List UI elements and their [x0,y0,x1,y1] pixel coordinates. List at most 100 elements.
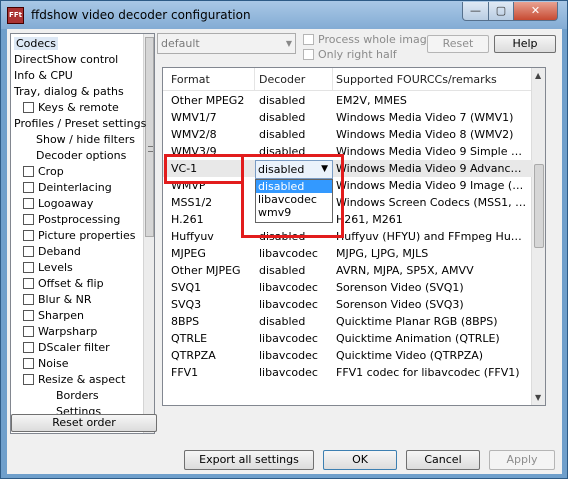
sidebar-item[interactable]: Offset & flip [23,276,104,292]
checkbox-icon[interactable] [23,246,34,257]
checkbox-icon[interactable] [23,374,34,385]
scroll-up-icon[interactable]: ▲ [535,71,541,80]
sidebar-item[interactable]: Warpsharp [23,324,97,340]
checkbox-icon[interactable] [23,214,34,225]
checkbox-icon[interactable] [23,342,34,353]
dropdown-option[interactable]: disabled [256,180,332,193]
format-cell: SVQ3 [171,298,202,311]
sidebar-item[interactable]: Decoder options [36,148,126,164]
checkbox-icon[interactable] [23,230,34,241]
sidebar-item[interactable]: Codecs [14,36,58,52]
checkbox-icon[interactable] [23,326,34,337]
sidebar-item[interactable]: Noise [23,356,69,372]
sidebar-item[interactable]: Levels [23,260,73,276]
sidebar-item[interactable]: Profiles / Preset settings [14,116,146,132]
sidebar-item[interactable]: Resize & aspect [23,372,125,388]
checkbox-icon[interactable] [23,166,34,177]
remarks-cell: Sorenson Video (SVQ1) [336,281,464,294]
process-whole-image-checkbox[interactable]: Process whole image [303,32,434,47]
close-button[interactable]: ✕ [513,2,558,21]
dropdown-option[interactable]: libavcodec [256,193,332,206]
sidebar-item[interactable]: Sharpen [23,308,84,324]
table-row[interactable]: Huffyuv disabled Huffyuv (HFYU) and FFmpeg… [163,228,533,245]
checkbox-icon[interactable] [23,262,34,273]
reset-button[interactable]: Reset [427,35,489,53]
sidebar-item[interactable]: Deinterlacing [23,180,112,196]
table-row[interactable]: WMV2/8 disabled Windows Media Video 8 (WMV… [163,126,533,143]
sidebar-item[interactable]: Postprocessing [23,212,120,228]
format-cell: WMV1/7 [171,111,217,124]
dropdown-option[interactable]: wmv9 [256,206,332,219]
title-bar[interactable]: FFt ffdshow video decoder configuration … [1,1,567,29]
chevron-down-icon: ▼ [285,39,292,48]
tree-scrollbar[interactable] [143,34,154,433]
checkbox-icon[interactable] [23,358,34,369]
format-cell: QTRLE [171,332,208,345]
preset-combo[interactable]: default ▼ [157,33,296,54]
format-cell: VC-1 [171,162,198,175]
scroll-down-icon[interactable]: ▼ [535,393,541,402]
sidebar-item[interactable]: Show / hide filters [36,132,135,148]
sidebar-item[interactable]: DScaler filter [23,340,110,356]
table-scrollbar-thumb[interactable] [534,164,544,248]
checkbox-icon[interactable] [23,294,34,305]
table-row[interactable]: QTRPZA libavcodec Quicktime Video (QTRPZA) [163,347,533,364]
checkbox-icon[interactable] [23,102,34,113]
decoder-cell: libavcodec [259,332,318,345]
cancel-button[interactable]: Cancel [406,450,480,470]
sidebar-item[interactable]: Picture properties [23,228,135,244]
table-header: Format Decoder Supported FOURCCs/remarks [163,68,533,91]
table-row[interactable]: FFV1 libavcodec FFV1 codec for libavcodec … [163,364,533,381]
export-all-settings-button[interactable]: Export all settings [184,450,314,470]
table-row[interactable]: MJPEG libavcodec MJPG, LJPG, MJLS [163,245,533,262]
table-row[interactable]: H.261libavcodecH261, M261 [163,211,533,228]
checkbox-icon[interactable] [23,310,34,321]
table-row[interactable]: Other MJPEG disabled AVRN, MJPA, SP5X, AMV… [163,262,533,279]
table-row[interactable]: WMVP disabled Windows Media Video 9 Image … [163,177,533,194]
maximize-button[interactable]: ▢ [488,2,514,21]
sidebar-item[interactable]: DirectShow control [14,52,118,68]
table-row[interactable]: Other MPEG2 disabled EM2V, MMES [163,92,533,109]
table-row[interactable]: QTRLE libavcodec Quicktime Animation (QTRL… [163,330,533,347]
ok-button[interactable]: OK [323,450,397,470]
format-cell: 8BPS [171,315,200,328]
decoder-cell: libavcodec [259,281,318,294]
table-row[interactable]: WMV3/9 disabled Windows Media Video 9 Simp… [163,143,533,160]
apply-button[interactable]: Apply [489,450,555,470]
decoder-cell: disabled [259,111,306,124]
sidebar-item[interactable]: Crop [23,164,64,180]
column-divider[interactable] [254,68,255,90]
sidebar-item[interactable]: Keys & remote [23,100,119,116]
table-row[interactable]: MSS1/2disabledWindows Screen Codecs (MSS… [163,194,533,211]
checkbox-icon [303,49,314,60]
column-header-decoder[interactable]: Decoder [259,73,305,86]
app-icon[interactable]: FFt [7,7,24,24]
table-row[interactable]: 8BPS disabled Quicktime Planar RGB (8BPS) [163,313,533,330]
checkbox-icon[interactable] [23,278,34,289]
tree-scrollbar-thumb[interactable] [145,37,154,237]
format-cell: Other MPEG2 [171,94,245,107]
table-row[interactable]: VC-1 disabled ▼ Windows Media Video 9 Advan… [163,160,533,179]
sidebar-item[interactable]: Tray, dialog & paths [14,84,124,100]
table-scrollbar[interactable]: ▲ ▼ [531,68,545,405]
only-right-half-checkbox[interactable]: Only right half [303,47,397,62]
remarks-cell: Quicktime Planar RGB (8BPS) [336,315,498,328]
table-row[interactable]: SVQ3 libavcodec Sorenson Video (SVQ3) [163,296,533,313]
column-header-format[interactable]: Format [171,73,210,86]
table-row[interactable]: SVQ1 libavcodec Sorenson Video (SVQ1) [163,279,533,296]
column-divider[interactable] [332,68,333,90]
decoder-cell: libavcodec [259,349,318,362]
sidebar-item[interactable]: Borders [56,388,99,404]
checkbox-icon[interactable] [23,182,34,193]
reset-order-button[interactable]: Reset order [11,414,157,432]
sidebar-item-label: Noise [38,357,69,370]
sidebar-item[interactable]: Deband [23,244,81,260]
minimize-button[interactable]: — [462,2,489,21]
sidebar-item[interactable]: Logoaway [23,196,93,212]
table-row[interactable]: WMV1/7 disabled Windows Media Video 7 (WMV… [163,109,533,126]
help-button[interactable]: Help [494,35,556,53]
sidebar-item[interactable]: Blur & NR [23,292,92,308]
column-header-remarks[interactable]: Supported FOURCCs/remarks [336,73,497,86]
checkbox-icon[interactable] [23,198,34,209]
sidebar-item[interactable]: Info & CPU [14,68,73,84]
